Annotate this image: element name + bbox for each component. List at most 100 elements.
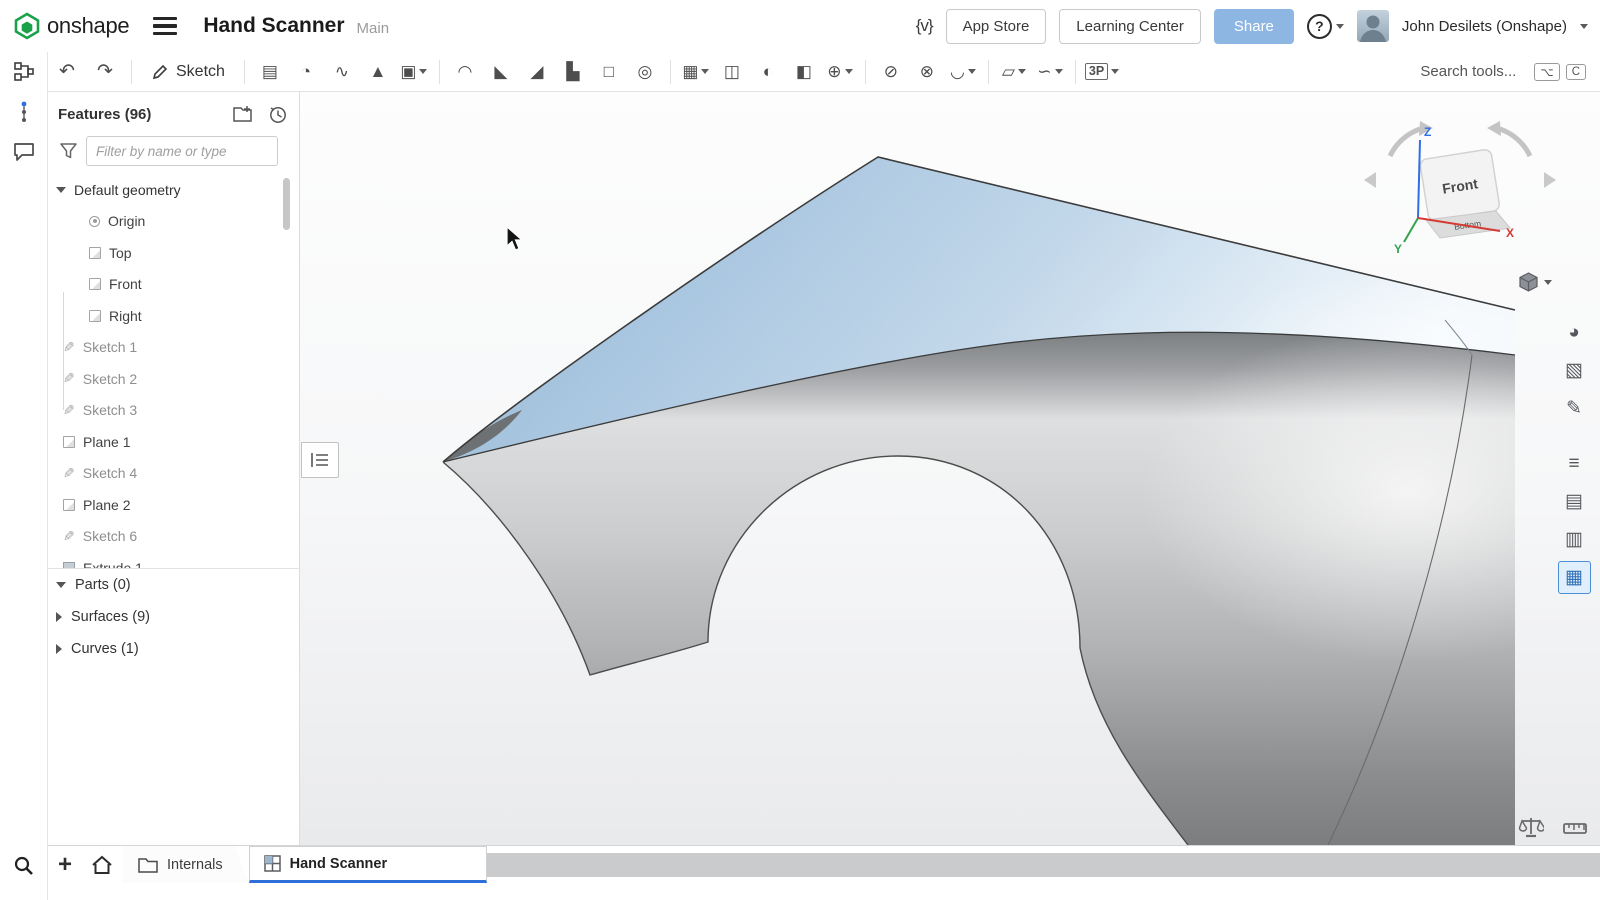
delete-part-icon[interactable]: ⊘ — [873, 55, 909, 89]
chevron-down-icon[interactable] — [845, 69, 853, 74]
history-clock-icon[interactable] — [268, 105, 287, 124]
feature-item-plane-2[interactable]: Plane 2 — [48, 489, 299, 521]
display-mode-icon[interactable]: ▧ — [1558, 354, 1591, 387]
feature-item-sketch-1[interactable]: ✎Sketch 1 — [48, 332, 299, 364]
chevron-down-icon[interactable] — [1018, 69, 1026, 74]
search-tools[interactable]: ⌥ C — [1420, 63, 1586, 81]
boolean-icon[interactable]: ◐ — [750, 55, 786, 89]
feature-filter-input[interactable] — [86, 136, 278, 166]
edit-appearance-icon[interactable]: ✎ — [1558, 392, 1591, 425]
feature-item-plane-1[interactable]: Plane 1 — [48, 426, 299, 458]
versions-check-icon[interactable]: ▦ — [1558, 561, 1591, 594]
feature-item-sketch-2[interactable]: ✎Sketch 2 — [48, 363, 299, 395]
split-icon[interactable]: ◧ — [786, 55, 822, 89]
learning-center-button[interactable]: Learning Center — [1059, 9, 1201, 44]
help-menu[interactable]: ? — [1307, 14, 1344, 39]
mate-connector-panel-icon[interactable] — [0, 92, 48, 132]
draft-icon[interactable]: ◢ — [519, 55, 555, 89]
tab-internals[interactable]: Internals — [122, 846, 249, 883]
main-menu-icon[interactable] — [153, 17, 177, 35]
search-tools-input[interactable] — [1420, 63, 1528, 80]
plane-icon[interactable]: ▱ — [996, 55, 1032, 89]
feature-item-sketch-6[interactable]: ✎Sketch 6 — [48, 521, 299, 553]
chamfer-icon[interactable]: ◣ — [483, 55, 519, 89]
measure-dimension-icon[interactable]: 3P — [1083, 55, 1121, 89]
feature-item-sketch-3[interactable]: ✎Sketch 3 — [48, 395, 299, 427]
chevron-down-icon[interactable] — [419, 69, 427, 74]
graphics-viewport[interactable]: Front Bottom Z Y X ◕ ▧ ✎ ≡ ▤ ▥ ▦ — [300, 92, 1600, 845]
search-features-icon[interactable] — [0, 846, 48, 886]
feature-item-extrude-1[interactable]: Extrude 1 — [48, 552, 299, 568]
outline-list-icon[interactable]: ≡ — [1558, 447, 1591, 480]
chevron-down-icon[interactable] — [1336, 24, 1344, 29]
app-store-button[interactable]: App Store — [946, 9, 1047, 44]
revolve-icon[interactable]: ◔ — [288, 55, 324, 89]
rotate-left-triangle-icon[interactable] — [1364, 172, 1376, 188]
tab-hand-scanner-active[interactable]: Hand Scanner — [249, 846, 487, 883]
help-icon[interactable]: ? — [1307, 14, 1332, 39]
sweep-icon[interactable]: ∿ — [324, 55, 360, 89]
loft-icon[interactable]: ▲ — [360, 55, 396, 89]
insert-derived-icon[interactable]: ▤ — [252, 55, 288, 89]
chevron-down-icon[interactable] — [701, 69, 709, 74]
chevron-down-icon[interactable] — [968, 69, 976, 74]
chevron-down-icon[interactable] — [1111, 69, 1119, 74]
new-tab-button[interactable]: + — [48, 846, 82, 883]
view-display-mode-button[interactable] — [1519, 272, 1552, 292]
undo-button[interactable]: ↶ — [48, 60, 86, 83]
extrude-icon[interactable]: ▣ — [396, 55, 432, 89]
workspace-name[interactable]: Main — [357, 15, 390, 37]
feature-item-sketch-4[interactable]: ✎Sketch 4 — [48, 458, 299, 490]
rotate-right-triangle-icon[interactable] — [1544, 172, 1556, 188]
feature-item-top[interactable]: Top — [48, 237, 299, 269]
delete-face-icon[interactable]: ⊗ — [909, 55, 945, 89]
home-tab-button[interactable] — [82, 846, 122, 883]
chevron-right-icon[interactable] — [56, 612, 62, 622]
versions-icon[interactable]: {v} — [916, 16, 933, 36]
feature-item-origin[interactable]: Origin — [48, 206, 299, 238]
chevron-down-icon[interactable] — [56, 187, 66, 193]
share-button[interactable]: Share — [1214, 9, 1294, 44]
tree-scrollbar-thumb[interactable] — [283, 178, 290, 230]
hole-icon[interactable]: ◎ — [627, 55, 663, 89]
tab-strip-scrollbar[interactable] — [487, 853, 1600, 877]
user-name[interactable]: John Desilets (Onshape) — [1402, 18, 1567, 35]
add-folder-icon[interactable] — [233, 105, 254, 123]
appearance-icon[interactable]: ◕ — [1558, 316, 1591, 349]
mass-properties-icon[interactable] — [1518, 815, 1544, 839]
view-cube[interactable]: Front Bottom Z Y X — [1360, 114, 1560, 256]
filter-funnel-icon[interactable] — [60, 143, 77, 159]
feature-list-panel-icon[interactable] — [0, 52, 48, 92]
onshape-logo[interactable]: onshape — [14, 12, 129, 40]
chevron-down-icon[interactable] — [56, 582, 66, 588]
chevron-down-icon[interactable] — [1055, 69, 1063, 74]
shell-icon[interactable]: □ — [591, 55, 627, 89]
fillet-icon[interactable]: ◠ — [447, 55, 483, 89]
rib-icon[interactable]: ▙ — [555, 55, 591, 89]
units-ruler-icon[interactable] — [1562, 815, 1588, 839]
document-title[interactable]: Hand Scanner — [203, 14, 344, 38]
feature-item-default-geometry[interactable]: Default geometry — [48, 174, 299, 206]
section-curves[interactable]: Curves (1) — [48, 633, 299, 665]
chevron-down-icon[interactable] — [1580, 24, 1588, 29]
section-surfaces[interactable]: Surfaces (9) — [48, 601, 299, 633]
rotate-right-arrow-icon[interactable] — [1500, 129, 1530, 156]
chevron-right-icon[interactable] — [56, 644, 62, 654]
rotate-left-arrow-icon[interactable] — [1390, 129, 1420, 156]
transform-icon[interactable]: ⊕ — [822, 55, 858, 89]
chevron-down-icon[interactable] — [1544, 280, 1552, 285]
sheet-metal-icon[interactable]: ▥ — [1558, 523, 1591, 556]
curve-icon[interactable]: ∽ — [1032, 55, 1068, 89]
sketch-button[interactable]: Sketch — [139, 55, 237, 89]
feature-item-right[interactable]: Right — [48, 300, 299, 332]
mirror-icon[interactable]: ◫ — [714, 55, 750, 89]
modify-fillet-icon[interactable]: ◡ — [945, 55, 981, 89]
comments-panel-icon[interactable] — [0, 132, 48, 172]
feature-item-front[interactable]: Front — [48, 269, 299, 301]
linear-pattern-icon[interactable]: ▦ — [678, 55, 714, 89]
bom-table-icon[interactable]: ▤ — [1558, 485, 1591, 518]
feature-list-flyout-button[interactable] — [301, 442, 339, 478]
section-parts[interactable]: Parts (0) — [48, 569, 299, 601]
user-avatar[interactable] — [1357, 10, 1389, 42]
redo-button[interactable]: ↷ — [86, 60, 124, 83]
